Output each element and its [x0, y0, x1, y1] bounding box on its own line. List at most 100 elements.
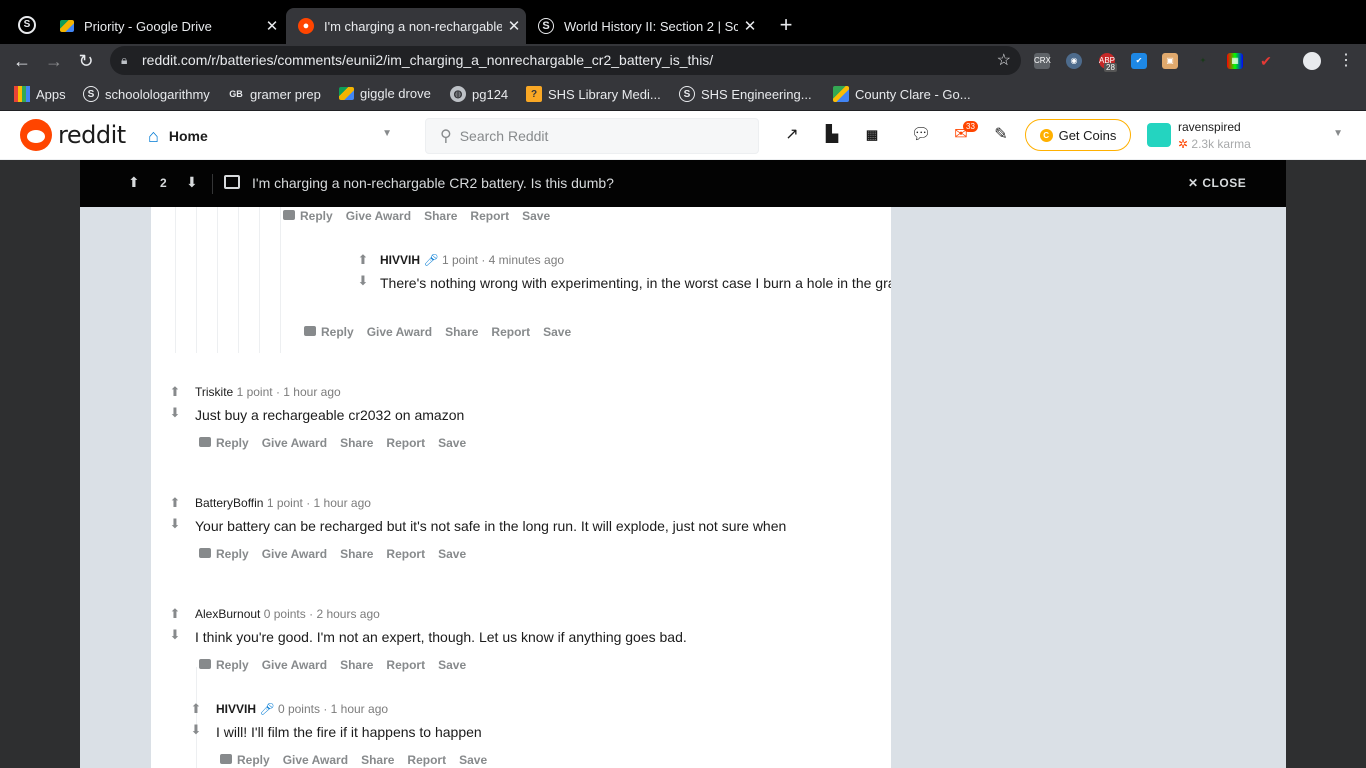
report-button[interactable]: Report: [470, 209, 509, 223]
reload-icon[interactable]: ↻: [74, 49, 98, 73]
bookmark-schoolologarithmy[interactable]: S schoolologarithmy: [83, 86, 210, 102]
comment-time[interactable]: 4 minutes ago: [489, 253, 564, 267]
save-button[interactable]: Save: [522, 209, 550, 223]
give-award-button[interactable]: Give Award: [283, 753, 348, 767]
reply-button[interactable]: Reply: [199, 547, 249, 561]
comment-author[interactable]: AlexBurnout: [195, 607, 260, 621]
pencil-icon[interactable]: ✎: [991, 125, 1011, 145]
coin-hub-icon[interactable]: ▦: [862, 125, 882, 145]
share-button[interactable]: Share: [361, 753, 394, 767]
schoology-app-icon[interactable]: S: [18, 16, 36, 34]
red-extension-icon[interactable]: ✔: [1258, 53, 1274, 69]
trending-icon[interactable]: ↗: [782, 125, 802, 145]
bookmark-shs-library[interactable]: ? SHS Library Medi...: [526, 86, 661, 102]
post-top-bar: ⬆ 2 ⬇ I'm charging a non-rechargable CR2…: [80, 160, 1286, 207]
new-tab-button[interactable]: +: [774, 12, 798, 38]
downvote-icon[interactable]: ⬇: [168, 405, 182, 421]
report-button[interactable]: Report: [407, 753, 446, 767]
bookmark-gramer-prep[interactable]: GB gramer prep: [228, 86, 321, 102]
leaderboard-icon[interactable]: ▙: [822, 125, 842, 145]
downvote-icon[interactable]: ⬇: [189, 722, 203, 738]
save-button[interactable]: Save: [438, 658, 466, 672]
notification-badge: 33: [963, 121, 978, 132]
comment-time[interactable]: 1 hour ago: [331, 702, 388, 716]
check-extension-icon[interactable]: ✔: [1131, 53, 1147, 69]
search-icon: ⚲: [440, 128, 452, 145]
bookmark-apps[interactable]: Apps: [14, 86, 66, 102]
close-button[interactable]: ✕ CLOSE: [1188, 176, 1246, 190]
share-button[interactable]: Share: [340, 547, 373, 561]
save-button[interactable]: Save: [543, 325, 571, 339]
upvote-icon[interactable]: ⬆: [356, 252, 370, 268]
bookmark-pg124[interactable]: ◍ pg124: [450, 86, 508, 102]
address-bar[interactable]: 🔒︎ reddit.com/r/batteries/comments/eunii…: [110, 46, 1021, 75]
share-button[interactable]: Share: [445, 325, 478, 339]
close-icon[interactable]: ✕: [502, 17, 526, 35]
reply-button[interactable]: Reply: [283, 209, 333, 223]
comment-meta: HIVVIH 🎤︎ 0 points · 1 hour ago: [216, 702, 388, 716]
comment-time[interactable]: 1 hour ago: [283, 385, 340, 399]
color-extension-icon[interactable]: ▦: [1227, 53, 1243, 69]
bookmark-county-clare[interactable]: County Clare - Go...: [833, 86, 971, 102]
bookmark-giggle-drove[interactable]: giggle drove: [339, 86, 431, 101]
downvote-icon[interactable]: ⬇: [356, 273, 370, 289]
save-button[interactable]: Save: [459, 753, 487, 767]
downvote-icon[interactable]: ⬇: [168, 627, 182, 643]
share-button[interactable]: Share: [340, 658, 373, 672]
crx-extension-icon[interactable]: CRX: [1034, 53, 1051, 69]
tab-reddit[interactable]: ● I'm charging a non-rechargable ✕: [286, 8, 526, 44]
back-arrow-icon[interactable]: ←: [10, 49, 34, 73]
menu-kebab-icon[interactable]: ⋮: [1338, 50, 1354, 70]
share-button[interactable]: Share: [340, 436, 373, 450]
share-button[interactable]: Share: [424, 209, 457, 223]
reply-button[interactable]: Reply: [220, 753, 270, 767]
box-extension-icon[interactable]: ▣: [1162, 53, 1178, 69]
comment-author[interactable]: HIVVIH: [380, 253, 420, 267]
comment-time[interactable]: 1 hour ago: [314, 496, 371, 510]
get-coins-button[interactable]: C Get Coins: [1025, 119, 1131, 151]
comment-author[interactable]: Triskite: [195, 385, 233, 399]
report-button[interactable]: Report: [491, 325, 530, 339]
owl-extension-icon[interactable]: ◉: [1066, 53, 1082, 69]
profile-icon[interactable]: [1303, 52, 1321, 70]
upvote-icon[interactable]: ⬆: [168, 384, 182, 400]
upvote-icon[interactable]: ⬆: [168, 606, 182, 622]
upvote-icon[interactable]: ⬆: [189, 701, 203, 717]
save-button[interactable]: Save: [438, 436, 466, 450]
forward-arrow-icon[interactable]: →: [42, 49, 66, 73]
page-backdrop: ⬆ 2 ⬇ I'm charging a non-rechargable CR2…: [0, 160, 1366, 768]
report-button[interactable]: Report: [386, 436, 425, 450]
reply-button[interactable]: Reply: [304, 325, 354, 339]
close-icon[interactable]: ✕: [738, 17, 762, 35]
report-button[interactable]: Report: [386, 658, 425, 672]
tab-world-history[interactable]: S World History II: Section 2 | Sc ✕: [526, 8, 762, 44]
upvote-icon[interactable]: ⬆: [128, 174, 140, 191]
comment-time[interactable]: 2 hours ago: [316, 607, 379, 621]
give-award-button[interactable]: Give Award: [262, 436, 327, 450]
reply-button[interactable]: Reply: [199, 658, 249, 672]
leaf-extension-icon[interactable]: ✦: [1195, 53, 1211, 69]
user-dropdown[interactable]: ravenspired ✲ 2.3k karma ▼: [1147, 118, 1351, 152]
save-button[interactable]: Save: [438, 547, 466, 561]
thread-line: [217, 207, 218, 353]
search-input[interactable]: ⚲ Search Reddit: [425, 118, 759, 154]
maps-icon: [833, 86, 849, 102]
bookmark-shs-engineering[interactable]: S SHS Engineering...: [679, 86, 812, 102]
give-award-button[interactable]: Give Award: [262, 658, 327, 672]
home-dropdown[interactable]: ⌂ Home ▼: [148, 120, 400, 152]
report-button[interactable]: Report: [386, 547, 425, 561]
downvote-icon[interactable]: ⬇: [186, 174, 198, 191]
reply-button[interactable]: Reply: [199, 436, 249, 450]
chat-icon[interactable]: 💬︎: [911, 125, 931, 145]
comment-author[interactable]: HIVVIH: [216, 702, 256, 716]
close-icon[interactable]: ✕: [260, 17, 284, 35]
tab-google-drive[interactable]: Priority - Google Drive ✕: [48, 8, 284, 44]
reddit-logo[interactable]: reddit: [20, 119, 126, 151]
bookmark-star-icon[interactable]: ☆: [997, 46, 1011, 75]
upvote-icon[interactable]: ⬆: [168, 495, 182, 511]
downvote-icon[interactable]: ⬇: [168, 516, 182, 532]
give-award-button[interactable]: Give Award: [346, 209, 411, 223]
comment-author[interactable]: BatteryBoffin: [195, 496, 263, 510]
give-award-button[interactable]: Give Award: [367, 325, 432, 339]
give-award-button[interactable]: Give Award: [262, 547, 327, 561]
